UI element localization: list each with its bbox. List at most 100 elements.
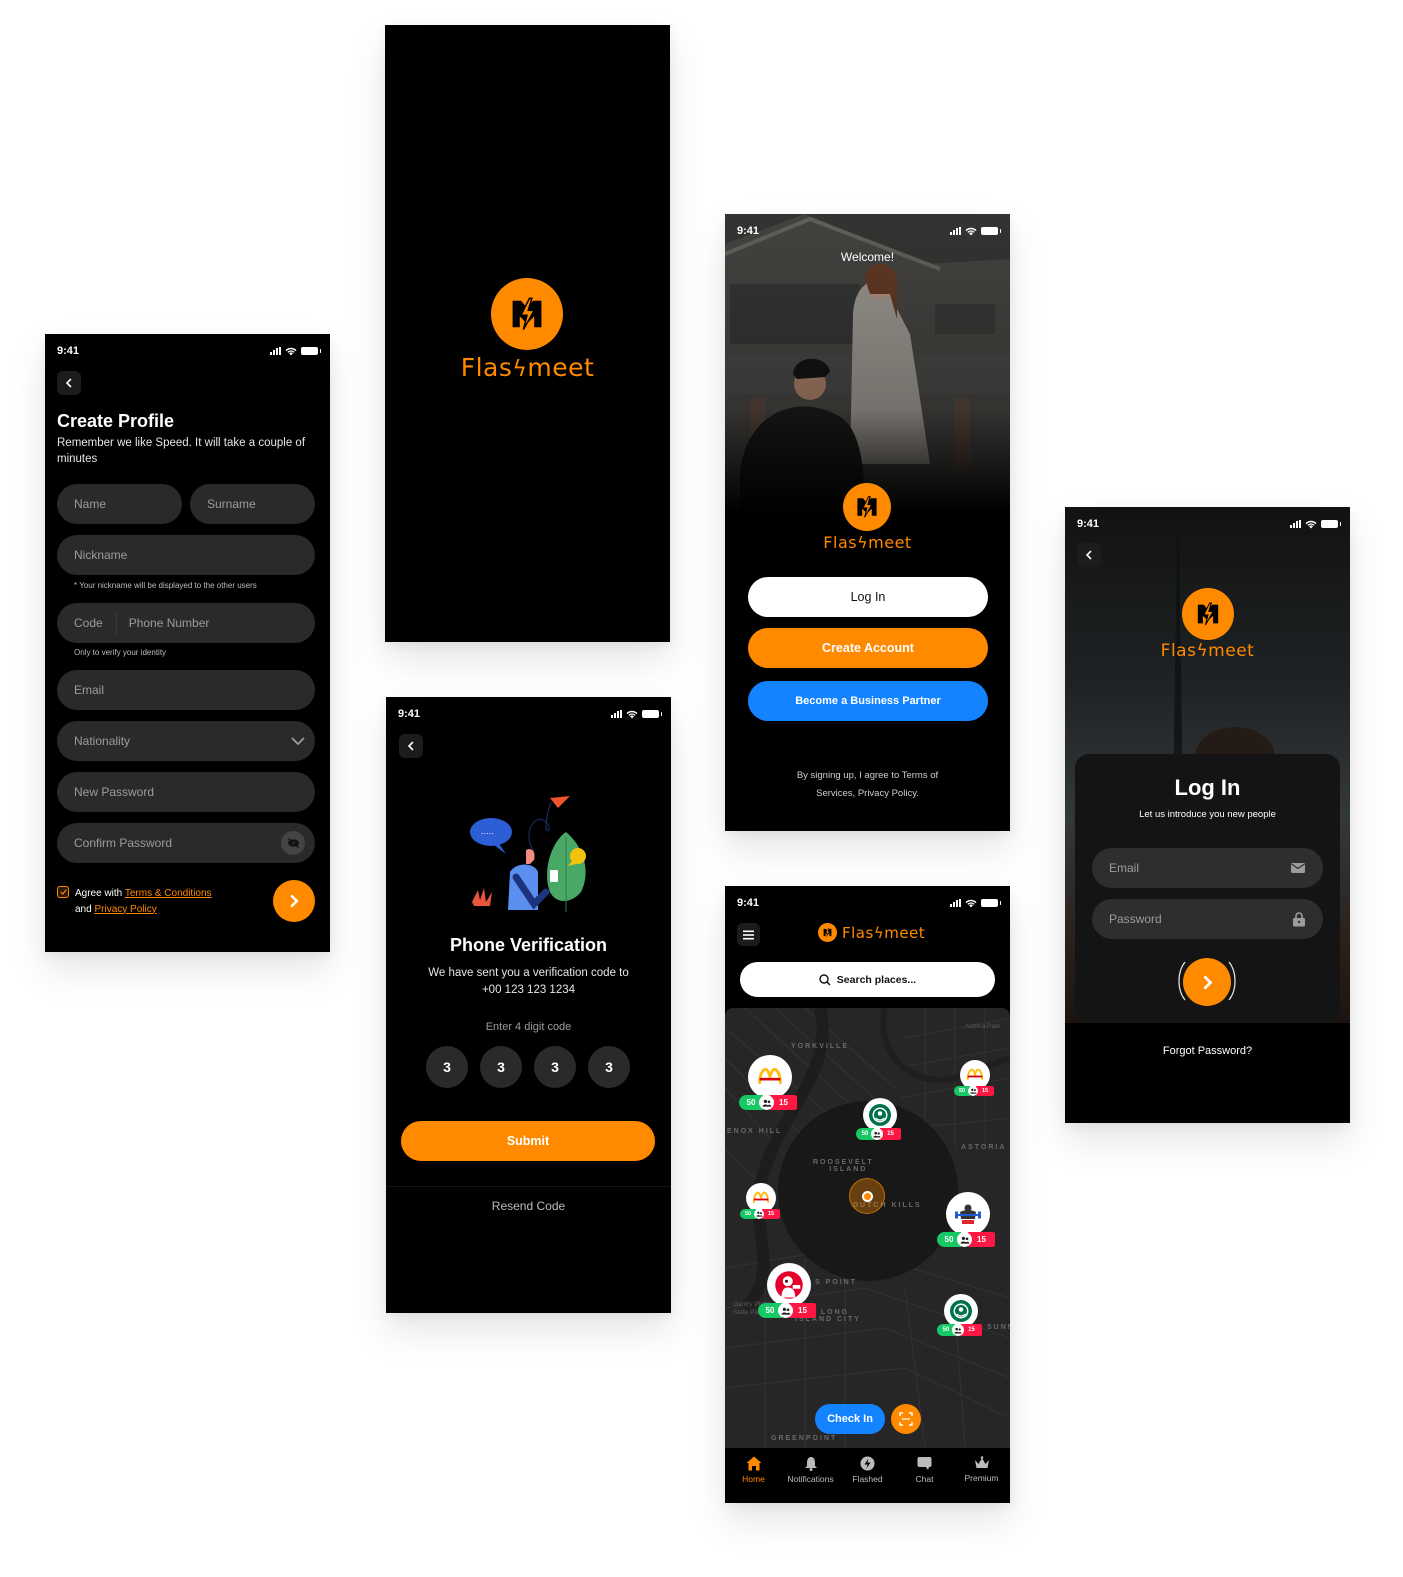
login-button[interactable]: Log In	[748, 577, 988, 617]
country-code-input[interactable]: Code	[74, 616, 103, 630]
map-label-line: ISLAND	[829, 1166, 868, 1173]
back-button[interactable]	[57, 371, 81, 395]
current-location-marker[interactable]	[849, 1178, 885, 1214]
tab-notifications[interactable]: Notifications	[783, 1456, 839, 1503]
password-field[interactable]: Password	[1092, 899, 1323, 939]
confirm-password-placeholder: Confirm Password	[74, 836, 173, 850]
place-logo	[767, 1263, 811, 1307]
signal-icon	[270, 347, 281, 355]
new-password-field[interactable]: New Password	[57, 772, 315, 812]
privacy-link[interactable]: Privacy Policy	[94, 904, 156, 915]
nationality-select[interactable]: Nationality	[57, 721, 315, 761]
place-pin[interactable]: 50 15	[954, 1060, 996, 1096]
location-dot-icon	[861, 1190, 873, 1202]
search-icon	[819, 973, 831, 986]
hamburger-icon	[743, 930, 754, 939]
phone-field[interactable]: Code Phone Number	[57, 603, 315, 643]
tab-premium[interactable]: Premium	[954, 1456, 1010, 1503]
email-placeholder: Email	[1109, 861, 1140, 875]
wordmark-part1: Flas	[842, 923, 874, 942]
nickname-hint: * Your nickname will be displayed to the…	[74, 581, 257, 590]
flash-icon	[860, 1456, 875, 1471]
tab-flashed[interactable]: Flashed	[840, 1456, 896, 1503]
chevron-left-icon	[406, 741, 416, 751]
status-icons	[270, 347, 321, 356]
users-icon	[871, 1128, 883, 1140]
search-input[interactable]: Search places...	[740, 962, 995, 997]
terms-line-1: By signing up, I agree to Terms of	[796, 770, 939, 781]
splash-screen: Flasϟmeet	[385, 25, 670, 642]
stat-right: 15	[762, 1209, 780, 1219]
email-field[interactable]: Email	[1092, 848, 1323, 888]
back-button[interactable]	[1077, 543, 1101, 567]
stat-right: 15	[880, 1128, 901, 1140]
new-password-placeholder: New Password	[74, 785, 155, 799]
otp-digit[interactable]: 3	[588, 1046, 630, 1088]
resend-code-link[interactable]: Resend Code	[386, 1199, 671, 1213]
agree-checkbox[interactable]	[57, 886, 69, 898]
map-label: SUNN	[987, 1324, 1010, 1331]
kfc-logo-icon	[774, 1270, 804, 1300]
create-profile-screen: 9:41 Create Profile Remember we like Spe…	[45, 334, 330, 952]
otp-digit[interactable]: 3	[426, 1046, 468, 1088]
map-label-line: ROOSEVELT	[813, 1159, 874, 1166]
otp-digit[interactable]: 3	[534, 1046, 576, 1088]
battery-icon	[301, 347, 321, 355]
tab-chat[interactable]: Chat	[897, 1456, 953, 1503]
status-bar: 9:41	[725, 214, 1010, 248]
search-placeholder: Search places...	[836, 973, 917, 986]
scan-button[interactable]	[891, 1404, 921, 1434]
confirm-password-field[interactable]: Confirm Password	[57, 823, 315, 863]
wordmark-part1: Flas	[460, 353, 513, 382]
gym-logo-icon	[953, 1202, 983, 1226]
place-stats: 50 15	[758, 1303, 820, 1318]
back-button[interactable]	[399, 734, 423, 758]
tab-home[interactable]: Home	[726, 1456, 782, 1503]
stat-right: 15	[789, 1303, 816, 1318]
submit-button[interactable]: Submit	[401, 1121, 655, 1161]
status-time: 9:41	[398, 708, 421, 720]
field-divider	[115, 611, 117, 635]
map-view[interactable]: Astoria Park YORKVILLE ENOX HILL ROOSEVE…	[725, 1008, 1010, 1448]
place-pin[interactable]: 50 15	[937, 1192, 999, 1247]
wordmark-part2: meet	[527, 353, 595, 382]
status-time: 9:41	[737, 897, 760, 909]
terms-line-2: Services, Privacy Policy.	[816, 788, 919, 799]
stat-right: 15	[770, 1095, 797, 1110]
place-pin[interactable]: 50 15	[740, 1183, 782, 1219]
create-account-button[interactable]: Create Account	[748, 628, 988, 668]
place-pin[interactable]: 50 15	[856, 1098, 904, 1140]
wordmark-part2: meet	[1208, 641, 1255, 661]
place-pin[interactable]: 50 15	[758, 1263, 820, 1318]
login-submit-button[interactable]	[1183, 958, 1231, 1006]
home-map-screen: 9:41 Flasϟmeet Search places... Astoria …	[725, 886, 1010, 1503]
map-label: GREENPOINT	[771, 1435, 838, 1442]
place-logo	[748, 1055, 792, 1099]
business-partner-button[interactable]: Become a Business Partner	[748, 681, 988, 721]
email-field[interactable]: Email	[57, 670, 315, 710]
bolt-glyph: ϟ	[857, 533, 869, 552]
app-wordmark: Flasϟmeet	[725, 533, 1010, 552]
terms-link[interactable]: Terms & Conditions	[125, 888, 212, 899]
phone-number-input[interactable]: Phone Number	[129, 616, 210, 630]
nickname-field[interactable]: Nickname	[57, 535, 315, 575]
check-in-button[interactable]: Check In	[815, 1404, 885, 1434]
status-bar: 9:41	[45, 334, 330, 368]
otp-digit[interactable]: 3	[480, 1046, 522, 1088]
place-pin[interactable]: 50 15	[739, 1055, 801, 1110]
surname-field[interactable]: Surname	[190, 484, 315, 524]
scan-qr-icon	[899, 1412, 913, 1426]
toggle-visibility-button[interactable]	[281, 831, 305, 855]
app-logo	[843, 483, 891, 531]
code-label: Enter 4 digit code	[485, 1021, 572, 1033]
next-button[interactable]	[273, 880, 315, 922]
place-stats: 50 15	[937, 1232, 999, 1247]
name-field[interactable]: Name	[57, 484, 182, 524]
starbucks-logo-icon	[949, 1299, 973, 1323]
signup-terms: By signing up, I agree to Terms of Servi…	[725, 767, 1010, 803]
place-pin[interactable]: 50 15	[937, 1294, 985, 1336]
app-wordmark: Flasϟmeet	[842, 923, 926, 942]
menu-button[interactable]	[737, 923, 760, 946]
agree-prefix: Agree with	[75, 888, 125, 899]
forgot-password-link[interactable]: Forgot Password?	[1065, 1045, 1350, 1057]
